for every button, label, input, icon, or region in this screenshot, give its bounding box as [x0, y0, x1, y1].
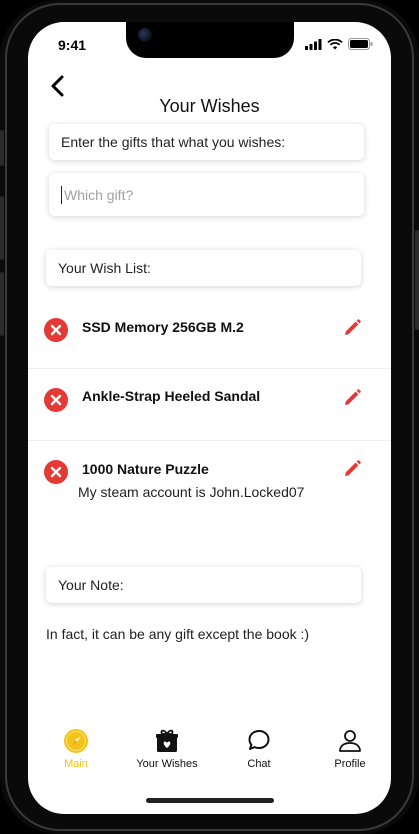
- remove-wish-button[interactable]: [44, 318, 68, 342]
- wifi-icon: [327, 38, 343, 49]
- remove-wish-button[interactable]: [44, 460, 68, 484]
- notch: [126, 22, 294, 58]
- tab-profile[interactable]: Profile: [305, 728, 391, 770]
- tab-your-wishes[interactable]: Your Wishes: [122, 728, 212, 770]
- chat-bubble-icon: [248, 730, 270, 750]
- bottom-tab-bar: Main Your Wishes Chat Profile: [28, 728, 391, 778]
- tab-label: Chat: [247, 758, 271, 770]
- note-text: In fact, it can be any gift except the b…: [46, 626, 310, 642]
- wish-item-note: My steam account is John.Locked07: [78, 484, 305, 500]
- user-icon: [339, 730, 361, 752]
- gift-box-icon: [156, 729, 178, 752]
- note-header: Your Note:: [46, 567, 361, 603]
- back-arrow-icon[interactable]: [48, 74, 70, 98]
- tab-chat[interactable]: Chat: [214, 728, 304, 770]
- status-time: 9:41: [58, 37, 87, 53]
- battery-icon: [348, 38, 373, 50]
- phone-frame: 9:41 Your Wishes Enter the gifts that wh…: [0, 0, 419, 834]
- gift-prompt-label: Enter the gifts that what you wishes:: [49, 124, 364, 160]
- edit-pencil-icon[interactable]: [342, 318, 362, 338]
- gift-input-field[interactable]: [49, 173, 364, 216]
- wish-item-name: 1000 Nature Puzzle: [82, 461, 209, 477]
- page-title: Your Wishes: [159, 96, 260, 116]
- edit-pencil-icon[interactable]: [342, 388, 362, 408]
- tab-label: Main: [64, 758, 88, 770]
- gift-input[interactable]: [61, 185, 352, 204]
- volume-up-button: [0, 196, 4, 260]
- close-icon: [50, 394, 62, 406]
- signal-icon: [305, 38, 322, 50]
- wish-list-header: Your Wish List:: [46, 250, 361, 286]
- wish-divider: [28, 440, 391, 441]
- volume-down-button: [0, 272, 4, 336]
- tab-label: Your Wishes: [136, 758, 198, 770]
- mute-switch: [0, 130, 4, 166]
- app-screen: 9:41 Your Wishes Enter the gifts that wh…: [28, 22, 391, 814]
- power-button: [415, 230, 419, 330]
- status-icons: [305, 38, 373, 50]
- home-indicator[interactable]: [146, 798, 274, 803]
- close-icon: [50, 466, 62, 478]
- remove-wish-button[interactable]: [44, 388, 68, 412]
- tab-label: Profile: [334, 758, 366, 770]
- compass-icon: [64, 729, 88, 753]
- wish-item-name: SSD Memory 256GB M.2: [82, 319, 244, 335]
- wish-divider: [28, 368, 391, 369]
- tab-main[interactable]: Main: [31, 728, 121, 770]
- edit-pencil-icon[interactable]: [342, 459, 362, 479]
- front-camera: [138, 28, 152, 42]
- wish-item-name: Ankle-Strap Heeled Sandal: [82, 388, 261, 404]
- close-icon: [50, 324, 62, 336]
